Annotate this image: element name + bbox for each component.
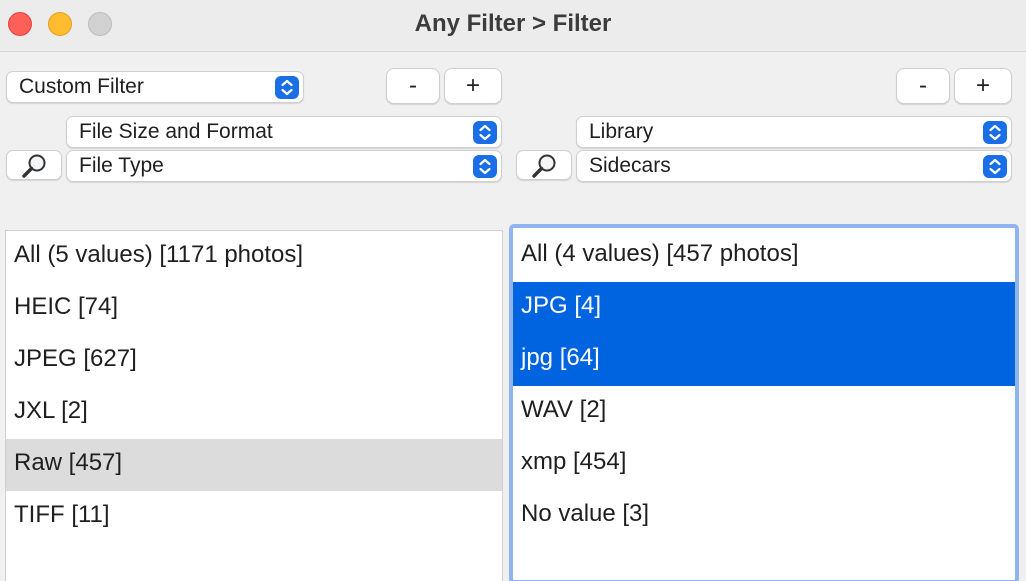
- chevron-up-down-icon: [983, 121, 1007, 144]
- list-item[interactable]: All (5 values) [1171 photos]: [6, 231, 502, 283]
- right-remove-column-button[interactable]: -: [896, 68, 950, 104]
- list-item[interactable]: WAV [2]: [513, 386, 1015, 438]
- filter-preset-label: Custom Filter: [19, 75, 144, 98]
- right-values-list[interactable]: All (4 values) [457 photos] JPG [4] jpg …: [509, 224, 1019, 581]
- left-category-popup[interactable]: File Size and Format: [66, 116, 502, 148]
- list-item[interactable]: xmp [454]: [513, 438, 1015, 490]
- filter-preset-popup[interactable]: Custom Filter: [6, 71, 304, 103]
- list-item[interactable]: JXL [2]: [6, 387, 502, 439]
- left-values-list[interactable]: All (5 values) [1171 photos] HEIC [74] J…: [5, 230, 503, 581]
- right-category-label: Library: [589, 120, 654, 143]
- left-search-button[interactable]: [6, 150, 62, 180]
- list-item[interactable]: All (4 values) [457 photos]: [513, 230, 1015, 282]
- right-add-column-button[interactable]: +: [954, 68, 1012, 104]
- window-title: Any Filter > Filter: [414, 10, 612, 37]
- right-field-label: Sidecars: [589, 154, 671, 177]
- chevron-up-down-icon: [473, 121, 497, 144]
- magnifier-icon: [532, 154, 556, 178]
- list-item-selected[interactable]: jpg [64]: [513, 334, 1015, 386]
- list-item-selected[interactable]: JPG [4]: [513, 282, 1015, 334]
- right-category-popup[interactable]: Library: [576, 116, 1012, 148]
- chevron-up-down-icon: [473, 155, 497, 178]
- list-item[interactable]: JPEG [627]: [6, 335, 502, 387]
- magnifier-icon: [22, 154, 46, 178]
- left-field-label: File Type: [79, 154, 164, 177]
- list-item[interactable]: HEIC [74]: [6, 283, 502, 335]
- title-bar: Any Filter > Filter: [0, 0, 1026, 52]
- left-remove-column-button[interactable]: -: [386, 68, 440, 104]
- list-item-highlighted[interactable]: Raw [457]: [6, 439, 502, 491]
- right-search-button[interactable]: [516, 150, 572, 180]
- left-field-popup[interactable]: File Type: [66, 150, 502, 182]
- left-add-column-button[interactable]: +: [444, 68, 502, 104]
- list-item[interactable]: No value [3]: [513, 490, 1015, 542]
- chevron-up-down-icon: [275, 76, 299, 99]
- left-category-label: File Size and Format: [79, 120, 273, 143]
- list-item[interactable]: TIFF [11]: [6, 491, 502, 543]
- chevron-up-down-icon: [983, 155, 1007, 178]
- right-field-popup[interactable]: Sidecars: [576, 150, 1012, 182]
